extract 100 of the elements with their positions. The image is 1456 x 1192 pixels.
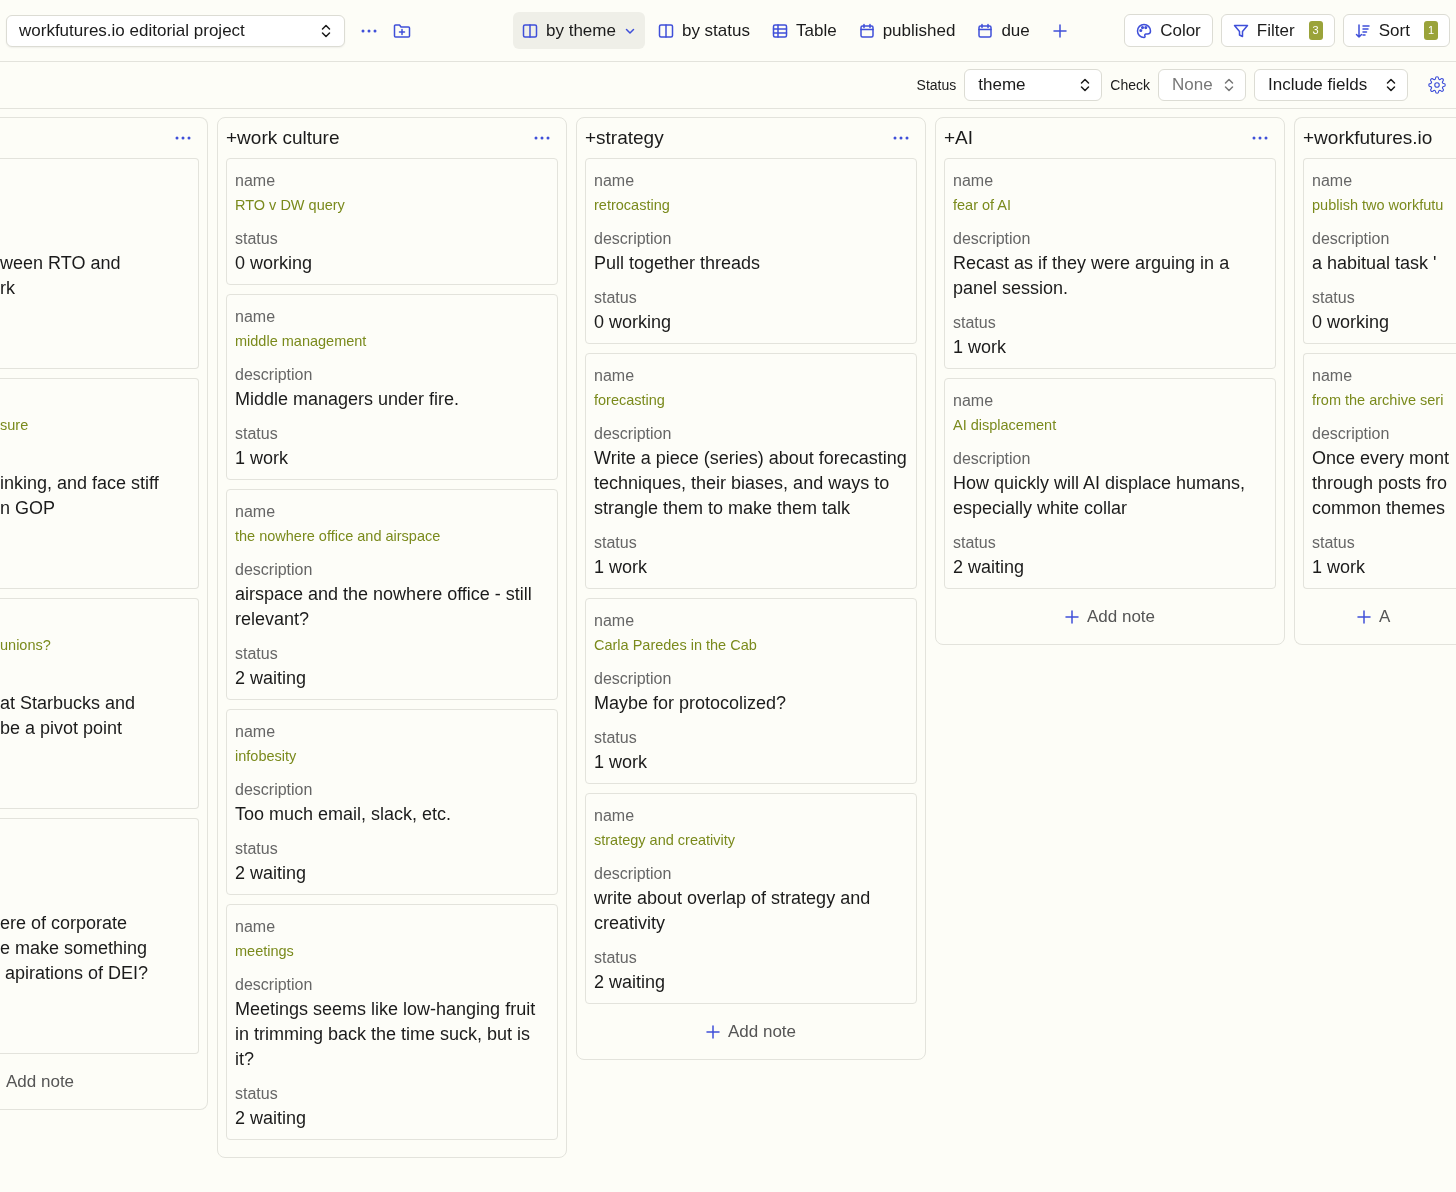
plus-icon[interactable] [1052,23,1067,38]
note-status: 2 waiting [953,556,1026,579]
more-icon[interactable] [534,136,550,140]
status-select[interactable]: theme [964,69,1103,101]
more-icon[interactable] [175,136,191,140]
field-label: name [594,611,636,631]
note-card[interactable]: name middle management description Middle managers under fire. status 1 work [226,294,558,480]
field-label: status [594,288,638,308]
field-label: status [235,839,279,859]
note-card[interactable]: name RTO v DW query status 0 working [226,158,558,285]
note-card[interactable]: name forecasting description Write a piece (series) about forecasting techniques, their biases, and ways to strangle them to make them talk status 1 work [585,353,917,589]
add-note-button[interactable]: Add note [699,1013,803,1051]
add-note-button[interactable]: Add note [1058,598,1162,636]
note-status: 2 waiting [594,971,667,994]
note-description: Once every mont through posts fro common themes [1312,447,1451,520]
note-card[interactable]: name publish two workfutu description a habitual task ' status 0 working [1303,158,1456,344]
field-label: name [235,307,277,327]
folder-plus-icon[interactable] [393,21,411,40]
view-tab[interactable]: due [968,11,1039,50]
view-tab[interactable]: by theme [513,11,645,50]
include-fields-select[interactable]: Include fields [1254,69,1408,101]
note-card[interactable]: ere of corporate e make something apirations of DEI? [0,818,199,1054]
sort-icon [1354,22,1371,39]
note-card[interactable]: sure inking, and face stiff n GOP [0,378,199,589]
note-name: unions? [0,636,52,655]
note-name: strategy and creativity [594,831,737,850]
sort-button[interactable]: Sort 1 [1342,13,1450,48]
view-tab[interactable]: by status [648,11,759,50]
view-tab[interactable]: published [849,11,965,50]
note-card[interactable]: name fear of AI description Recast as if they were arguing in a panel session. status 1 work [944,158,1276,369]
field-label: status [1312,533,1356,553]
field-label: description [953,449,1032,469]
note-description: Write a piece (series) about forecasting techniques, their biases, and ways to strangle them to make them talk [594,447,908,520]
updown-icon [320,22,332,39]
field-label: status [594,728,638,748]
column-title: +workfutures.io [1303,125,1433,150]
color-button[interactable]: Color [1124,13,1213,48]
more-icon[interactable] [361,28,377,33]
columns-icon [657,22,674,39]
note-name: RTO v DW query [235,196,346,215]
field-label: name [235,502,277,522]
note-description: write about overlap of strategy and creativity [594,887,872,935]
note-card[interactable]: name meetings description Meetings seems like low-hanging fruit in trimming back the time suck, but is it? status 2 waiting [226,904,558,1140]
note-name: fear of AI [953,196,1013,215]
count-badge: 3 [1308,21,1323,40]
field-label: description [594,864,673,884]
note-description: Pull together threads [594,252,762,275]
field-label: description [235,780,314,800]
filter-button[interactable]: Filter 3 [1220,13,1335,48]
note-description: Maybe for protocolized? [594,692,788,715]
note-name: the nowhere office and airspace [235,527,442,546]
status-label: Status [916,75,957,95]
note-description: airspace and the nowhere office - still relevant? [235,583,533,631]
field-label: description [594,424,673,444]
project-name: workfutures.io editorial project [19,19,245,42]
note-name: meetings [235,942,295,961]
project-select[interactable]: workfutures.io editorial project [6,14,345,47]
note-card[interactable]: name infobesity description Too much email, slack, etc. status 2 waiting [226,709,558,895]
field-label: name [235,917,277,937]
columns-icon [522,22,538,39]
plus-icon [1064,609,1079,624]
note-description: at Starbucks and be a pivot point [0,692,137,740]
note-status: 1 work [594,751,648,774]
field-label: description [235,975,314,995]
note-name: retrocasting [594,196,671,215]
field-label: status [953,533,997,553]
add-note-button[interactable]: Add note [0,1063,81,1101]
note-status: 2 waiting [235,862,308,885]
field-label: description [1312,229,1391,249]
note-name: forecasting [594,391,666,410]
field-label: description [594,229,673,249]
note-card[interactable]: name the nowhere office and airspace description airspace and the nowhere office - still relevant? status 2 waiting [226,489,558,700]
note-status: 1 work [235,447,289,470]
field-label: description [1312,424,1391,444]
note-description: ere of corporate e make something apirations of DEI? [0,912,150,985]
note-card[interactable]: name Carla Paredes in the Cab description Maybe for protocolized? status 1 work [585,598,917,784]
note-status: 1 work [1312,556,1366,579]
add-note-button[interactable]: A [1351,598,1397,636]
field-label: status [235,424,279,444]
note-card[interactable]: name strategy and creativity description write about overlap of strategy and creativity status 2 waiting [585,793,917,1004]
note-status: 1 work [953,336,1007,359]
more-icon[interactable] [1252,136,1268,140]
field-label: name [953,391,995,411]
field-label: name [594,806,636,826]
note-card[interactable]: unions? at Starbucks and be a pivot point [0,598,199,809]
field-label: status [953,313,997,333]
note-card[interactable]: ween RTO and rk [0,158,199,369]
settings-icon[interactable] [1428,76,1446,94]
note-card[interactable]: name retrocasting description Pull together threads status 0 working [585,158,917,344]
note-status: 0 working [1312,311,1391,334]
funnel-icon [1232,22,1249,39]
plus-icon [1357,609,1371,624]
note-card[interactable]: name AI displacement description How quickly will AI displace humans, especially white collar status 2 waiting [944,378,1276,589]
table-icon [772,22,788,39]
note-status: 0 working [594,311,673,334]
field-label: status [594,948,638,968]
view-tab[interactable]: Table [763,11,846,50]
more-icon[interactable] [893,136,909,140]
field-label: description [953,229,1032,249]
note-card[interactable]: name from the archive seri description Once every mont through posts fro common themes status 1 work [1303,353,1456,589]
